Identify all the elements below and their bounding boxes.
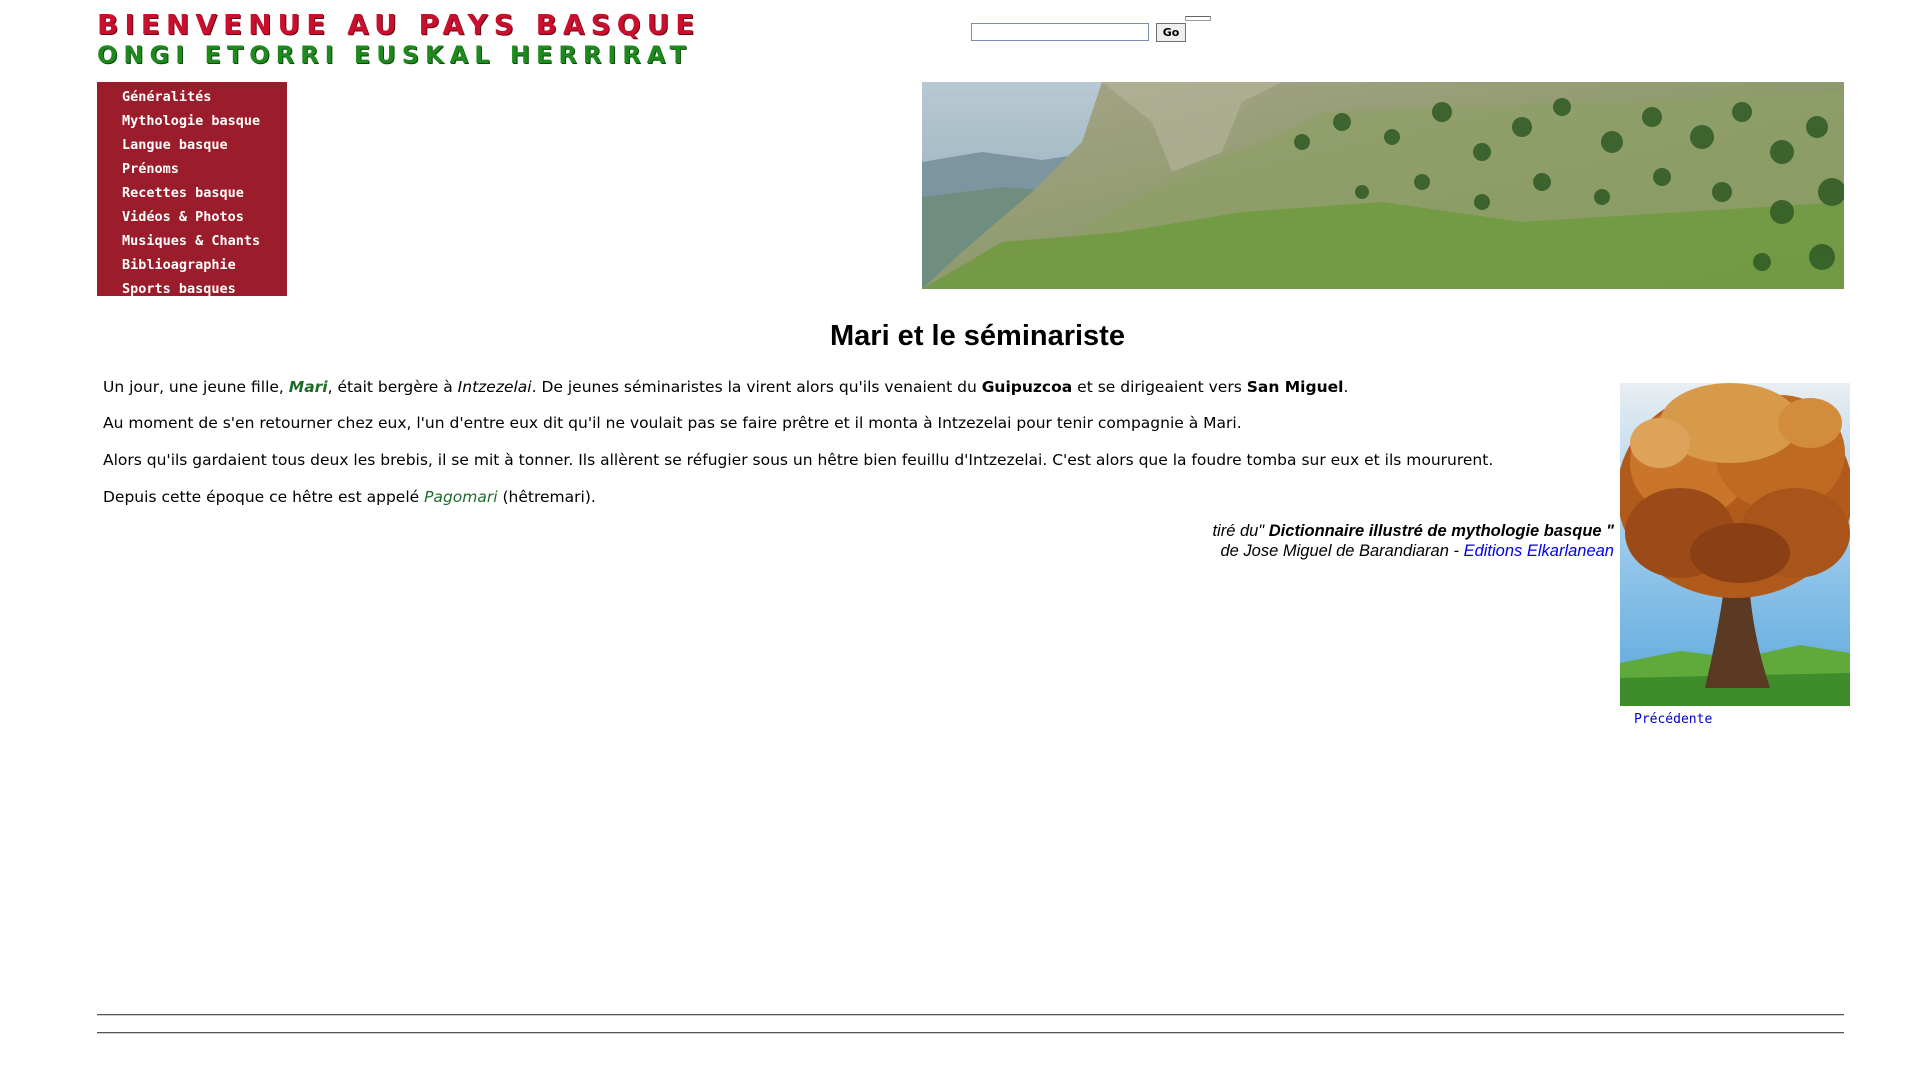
logo-line-french: BIENVENUE AU PAYS BASQUE — [97, 8, 701, 41]
tree-name-pagomari: Pagomari — [424, 488, 498, 506]
menu-item-musiques[interactable]: Musiques & Chants — [97, 229, 287, 253]
site-logo[interactable]: BIENVENUE AU PAYS BASQUE ONGI ETORRI EUS… — [97, 10, 737, 70]
beech-tree-illustration — [1620, 383, 1850, 706]
paragraph-4: Depuis cette époque ce hêtre est appelé … — [103, 488, 596, 506]
menu-item-langue[interactable]: Langue basque — [97, 133, 287, 157]
menu-item-videos-photos[interactable]: Vidéos & Photos — [97, 205, 287, 229]
destination-san-miguel: San Miguel — [1246, 378, 1344, 396]
region-guipuzcoa: Guipuzcoa — [981, 378, 1073, 396]
main-menu: Généralités Mythologie basque Langue bas… — [97, 82, 287, 297]
search-input[interactable] — [971, 23, 1149, 41]
footer-divider-bottom — [97, 1032, 1844, 1034]
source-citation: tiré du" Dictionnaire illustré de mythol… — [1212, 522, 1614, 560]
search-go-button[interactable]: Go — [1156, 23, 1186, 42]
publisher-link[interactable]: Editions Elkarlanean — [1464, 542, 1614, 560]
place-intzezelai: Intzezelai — [457, 378, 532, 396]
page-title: Mari et le séminariste — [830, 320, 1125, 352]
logo-line-basque: ONGI ETORRI EUSKAL HERRIRAT — [97, 41, 692, 69]
menu-item-prenoms[interactable]: Prénoms — [97, 157, 287, 181]
menu-item-sports[interactable]: Sports basques — [97, 277, 287, 301]
mountain-banner-image — [922, 82, 1844, 289]
book-title: Dictionnaire illustré de mythologie basq… — [1268, 522, 1614, 540]
previous-page-link[interactable]: Précédente — [1634, 712, 1712, 727]
menu-item-recettes[interactable]: Recettes basque — [97, 181, 287, 205]
paragraph-3: Alors qu'ils gardaient tous deux les bre… — [103, 451, 1494, 469]
search-options-widget[interactable] — [1185, 16, 1211, 21]
mari-name: Mari — [288, 378, 328, 396]
menu-item-mythologie[interactable]: Mythologie basque — [97, 109, 287, 133]
footer-divider-top — [97, 1014, 1844, 1016]
menu-item-generalites[interactable]: Généralités — [97, 85, 287, 109]
paragraph-2: Au moment de s'en retourner chez eux, l'… — [103, 414, 1242, 432]
paragraph-1: Un jour, une jeune fille, Mari, était be… — [103, 378, 1349, 396]
menu-item-bibliographie[interactable]: Biblioagraphie — [97, 253, 287, 277]
